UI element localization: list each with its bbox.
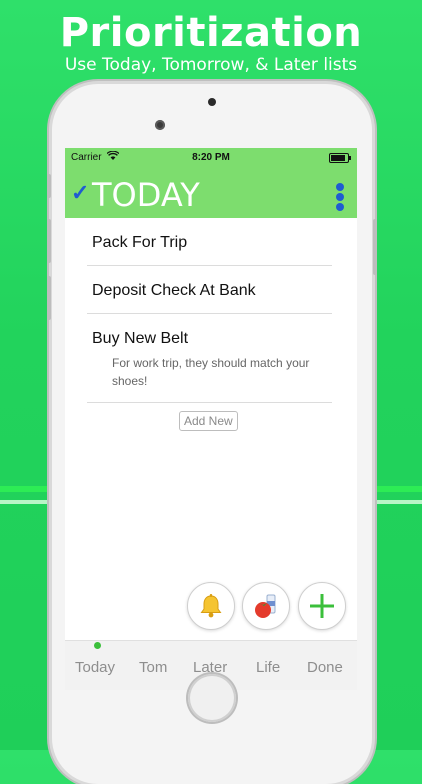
home-button[interactable] [188, 674, 236, 722]
reminder-button[interactable] [187, 582, 235, 630]
task-list: Pack For Trip Deposit Check At Bank Buy … [87, 218, 332, 403]
tab-done[interactable]: Done [307, 659, 343, 676]
add-task-button[interactable] [298, 582, 346, 630]
add-new-button[interactable]: Add New [179, 411, 238, 431]
earpiece-dot [208, 98, 216, 106]
list-item[interactable]: Buy New Belt For work trip, they should … [87, 314, 332, 403]
groceries-icon [255, 594, 276, 618]
battery-icon [329, 153, 351, 163]
task-note: For work trip, they should match your sh… [112, 356, 310, 388]
more-options-icon[interactable] [336, 183, 344, 211]
promo-headline: Prioritization [59, 10, 363, 56]
task-title: Deposit Check At Bank [92, 282, 256, 299]
tab-tomorrow[interactable]: Tom [139, 659, 167, 676]
page-title: TODAY [92, 176, 200, 214]
bell-icon [200, 594, 222, 618]
status-time: 8:20 PM [192, 152, 230, 163]
promo-subhead: Use Today, Tomorrow, & Later lists [64, 55, 358, 75]
active-tab-indicator [94, 642, 101, 649]
tab-life[interactable]: Life [256, 659, 280, 676]
tab-today[interactable]: Today [75, 659, 115, 676]
groceries-button[interactable] [242, 582, 290, 630]
volume-up-button [47, 219, 51, 263]
status-bar: Carrier 8:20 PM [65, 148, 357, 168]
volume-down-button [47, 276, 51, 320]
checkmark-icon[interactable]: ✓ [71, 180, 89, 206]
front-camera [155, 120, 165, 130]
list-item[interactable]: Pack For Trip [87, 218, 332, 266]
phone-frame: Carrier 8:20 PM ✓ TODAY Pack For Trip De… [47, 84, 377, 784]
app-screen: Carrier 8:20 PM ✓ TODAY Pack For Trip De… [65, 148, 357, 690]
power-button [373, 219, 377, 275]
list-item[interactable]: Deposit Check At Bank [87, 266, 332, 314]
plus-icon [310, 594, 334, 618]
mute-switch [47, 174, 51, 198]
nav-bar: ✓ TODAY [65, 168, 357, 218]
task-title: Pack For Trip [92, 234, 188, 251]
